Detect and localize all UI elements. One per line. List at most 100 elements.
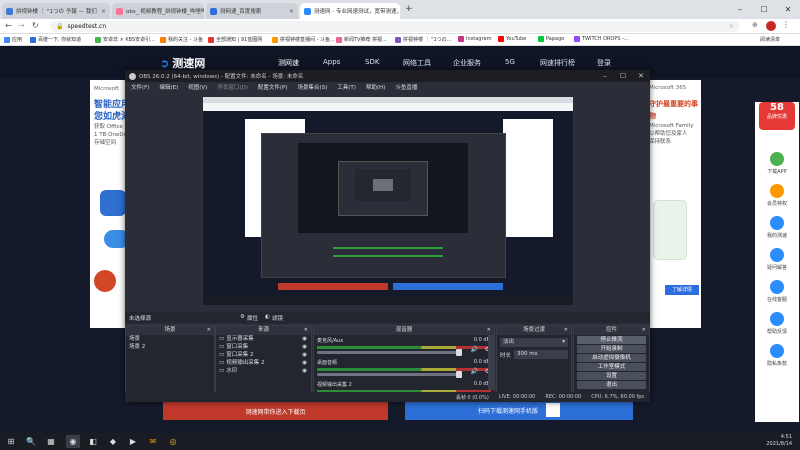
nav-item-enterprise[interactable]: 企业服务: [453, 58, 481, 68]
bookmark-item[interactable]: 拼视钟楼直播间 - 斗鱼...: [272, 36, 335, 43]
nav-item-ranking[interactable]: 网速排行榜: [540, 58, 575, 68]
speaker-icon[interactable]: 🔊: [471, 346, 478, 353]
nav-item-tools[interactable]: 网络工具: [403, 58, 431, 68]
obs-titlebar[interactable]: OBS 26.0.2 (64-bit, windows) - 配置文件: 未命名…: [125, 70, 650, 82]
dock-close-icon[interactable]: ✕: [564, 326, 568, 335]
sidebar-item-support[interactable]: 在线客服: [755, 280, 799, 303]
visibility-eye-icon[interactable]: ◉: [302, 351, 307, 359]
obs-preview[interactable]: [203, 97, 573, 305]
sidebar-item-download-app[interactable]: 下载APP: [755, 152, 799, 175]
virtual-camera-button[interactable]: 启动虚拟摄像机: [577, 354, 646, 362]
app-banner[interactable]: 扫码下载测速网手机版: [405, 400, 633, 420]
url-field[interactable]: 🔒 speedtest.cn ☆: [50, 21, 740, 32]
visibility-eye-icon[interactable]: ◉: [302, 359, 307, 367]
visibility-eye-icon[interactable]: ◉: [302, 343, 307, 351]
maximize-icon[interactable]: ☐: [614, 70, 632, 82]
sidebar-item-my-tests[interactable]: 我的测速: [755, 216, 799, 239]
extension-icon[interactable]: ⊕: [752, 21, 758, 29]
reading-list[interactable]: 阅读清单: [760, 36, 780, 43]
bookmark-item[interactable]: 全部通知 | 91蓝图网: [208, 36, 262, 43]
source-item[interactable]: ▭ 显示器采集 ◉: [216, 335, 311, 343]
nav-item-sdk[interactable]: SDK: [365, 58, 379, 66]
bookmark-item[interactable]: 拼视钟楼 ｜ "1つの...: [395, 36, 451, 43]
app-icon[interactable]: ◆: [106, 435, 120, 448]
browser-tab-0[interactable]: 拼视钟楼 ｜ "1つの 予報 — 我们 ×: [2, 3, 110, 19]
minimize-icon[interactable]: –: [596, 70, 614, 82]
close-icon[interactable]: ✕: [776, 0, 800, 19]
minimize-icon[interactable]: –: [728, 0, 752, 19]
task-view-icon[interactable]: ▦: [44, 435, 58, 448]
bookmark-item[interactable]: 新闻TV推荐 拼视...: [336, 36, 387, 43]
download-banner[interactable]: 测速网带你进入下载页: [163, 402, 388, 420]
reload-icon[interactable]: ↻: [32, 21, 39, 30]
volume-slider[interactable]: [317, 349, 462, 356]
menu-docks[interactable]: 停靠窗口(D): [217, 83, 248, 91]
browser-tab-1[interactable]: obs_ 视频教程_拼视钟楼_哔哩哔 ×: [112, 3, 204, 19]
transition-select[interactable]: 淡出 ▾: [500, 338, 568, 347]
mixer-scrollbar[interactable]: [488, 335, 494, 390]
visibility-eye-icon[interactable]: ◉: [302, 335, 307, 343]
back-icon[interactable]: ←: [5, 21, 12, 30]
dock-close-icon[interactable]: ✕: [207, 326, 211, 335]
browser-tab-2[interactable]: 测网速_百度搜索 ×: [206, 3, 298, 19]
new-tab-button[interactable]: +: [405, 4, 413, 14]
dock-close-icon[interactable]: ✕: [487, 326, 491, 335]
bookmark-item[interactable]: TWITCH DROPS -...: [574, 36, 629, 42]
bookmark-item[interactable]: Papago: [538, 36, 564, 42]
learn-more-button[interactable]: 了解详情: [665, 285, 699, 295]
visibility-eye-icon[interactable]: ◉: [302, 367, 307, 375]
obs-app-icon[interactable]: ◉: [66, 435, 80, 448]
menu-profile[interactable]: 配置文件(P): [258, 83, 288, 91]
source-item[interactable]: ▭ 视频输出采集 2 ◉: [216, 359, 311, 367]
close-icon[interactable]: ✕: [632, 70, 650, 82]
nav-item-apps[interactable]: Apps: [323, 58, 340, 66]
source-item[interactable]: ▭ 窗口采集 ◉: [216, 343, 311, 351]
app-icon[interactable]: ◧: [86, 435, 100, 448]
tab-close-icon[interactable]: ×: [101, 8, 106, 15]
app-icon[interactable]: ▶: [126, 435, 140, 448]
login-link[interactable]: 登录: [597, 58, 611, 68]
studio-mode-button[interactable]: 工作室模式: [577, 363, 646, 371]
tab-close-icon[interactable]: ×: [289, 8, 294, 15]
menu-icon[interactable]: ⋮: [782, 20, 790, 29]
duration-input[interactable]: 300 ms: [514, 350, 568, 359]
start-recording-button[interactable]: 开始录制: [577, 345, 646, 353]
bookmark-item[interactable]: YouTube: [498, 36, 526, 42]
dock-close-icon[interactable]: ✕: [304, 326, 308, 335]
source-item[interactable]: ▭ 水印 ◉: [216, 367, 311, 375]
system-clock[interactable]: 4:51 2021/8/14: [766, 434, 792, 448]
menu-edit[interactable]: 编辑(E): [159, 83, 178, 91]
chrome-icon[interactable]: ◎: [166, 435, 180, 448]
sidebar-item-feedback[interactable]: 帮助反馈: [755, 312, 799, 335]
star-icon[interactable]: ☆: [729, 23, 734, 30]
filters-button[interactable]: ◐ 滤镜: [265, 314, 283, 322]
menu-file[interactable]: 文件(F): [131, 83, 149, 91]
menu-help[interactable]: 帮助(H): [366, 83, 385, 91]
sidebar-item-faq[interactable]: 疑问解答: [755, 248, 799, 271]
menu-scene-collection[interactable]: 场景集合(S): [297, 83, 327, 91]
slider-handle[interactable]: [456, 349, 462, 356]
search-icon[interactable]: 🔍: [24, 435, 38, 448]
forward-icon[interactable]: →: [18, 21, 25, 30]
settings-button[interactable]: 设置: [577, 372, 646, 380]
obs-window[interactable]: OBS 26.0.2 (64-bit, windows) - 配置文件: 未命名…: [125, 70, 650, 402]
dock-close-icon[interactable]: ✕: [642, 326, 646, 335]
stop-streaming-button[interactable]: 停止推流: [577, 336, 646, 344]
scene-item[interactable]: 场景: [126, 335, 214, 343]
bookmark-apps[interactable]: 应用: [4, 36, 22, 43]
bookmark-item[interactable]: Instagram: [458, 36, 491, 42]
menu-tools[interactable]: 工具(T): [337, 83, 356, 91]
maximize-icon[interactable]: ☐: [752, 0, 776, 19]
app-icon[interactable]: ✉: [146, 435, 160, 448]
slider-handle[interactable]: [456, 371, 462, 378]
source-item[interactable]: ▭ 窗口采集 2 ◉: [216, 351, 311, 359]
menu-douyu[interactable]: 斗鱼直播: [395, 83, 417, 91]
avatar[interactable]: [766, 21, 776, 31]
sidebar-item-privacy[interactable]: 隐私条款: [755, 344, 799, 367]
scene-item[interactable]: 场景 2: [126, 343, 214, 351]
menu-view[interactable]: 视图(V): [188, 83, 207, 91]
volume-slider[interactable]: [317, 371, 462, 378]
bookmark-item[interactable]: 安卓非 × KBS安卓引...: [95, 36, 155, 43]
properties-button[interactable]: ⚙ 属性: [240, 314, 258, 322]
bookmark-item[interactable]: 我的关注 - 斗鱼: [160, 36, 203, 43]
